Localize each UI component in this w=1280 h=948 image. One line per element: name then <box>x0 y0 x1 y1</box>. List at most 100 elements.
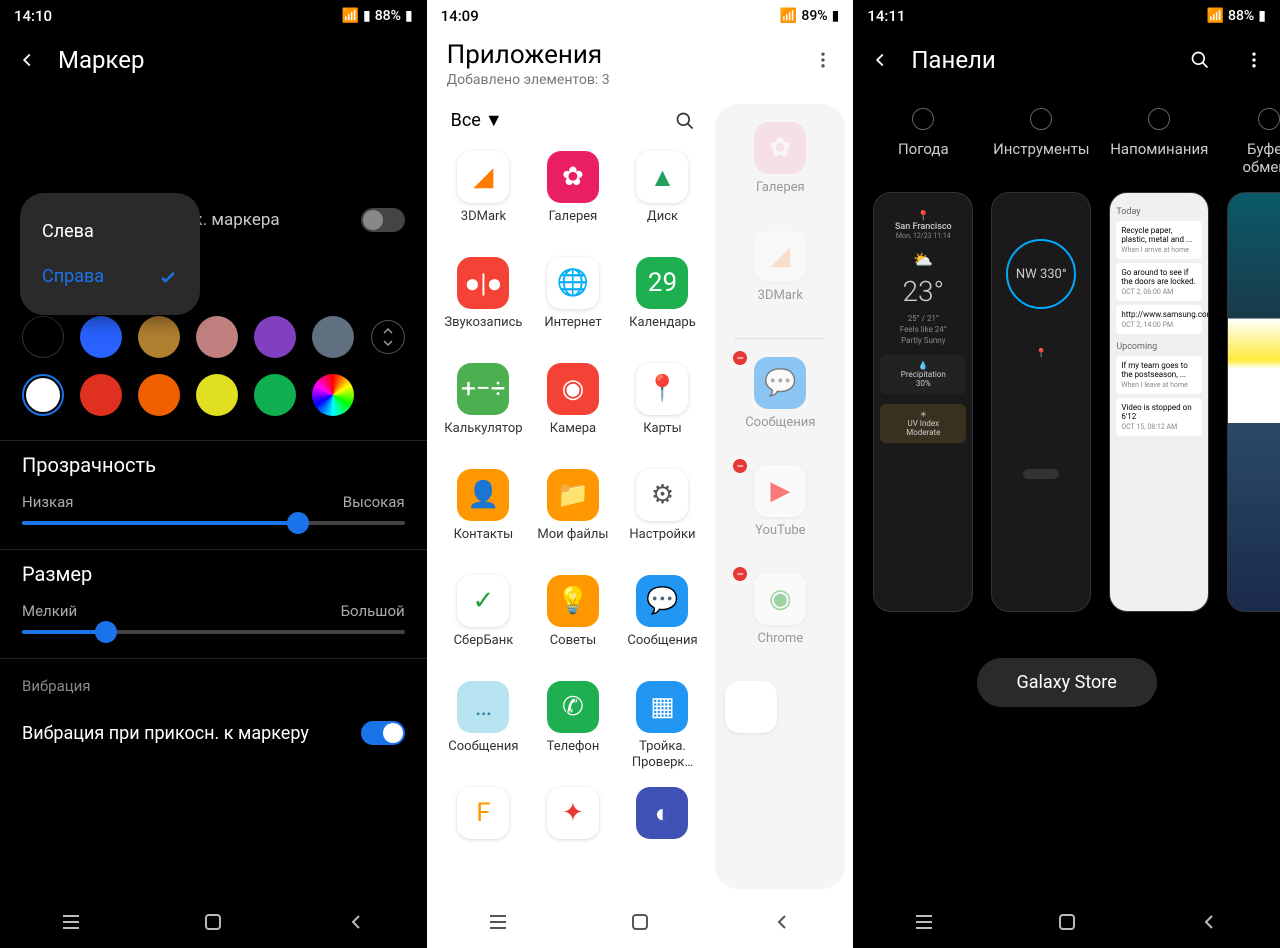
more-icon[interactable] <box>1244 50 1264 70</box>
panels-list[interactable]: Погода 📍 San Francisco Mon, 12/23 11:14 … <box>853 88 1280 612</box>
panel-reminders[interactable]: Напоминания Today Recycle paper, plastic… <box>1109 108 1209 612</box>
color-swatch[interactable] <box>22 316 64 358</box>
back-icon[interactable] <box>16 49 38 71</box>
app-label <box>530 845 616 877</box>
reminder-card: Video is stopped on 6'12OCT 15, 08:12 AM <box>1116 398 1202 436</box>
back-icon[interactable] <box>869 49 891 71</box>
drag-handle-icon[interactable] <box>371 320 405 354</box>
weather-cond: Partly Sunny <box>880 336 966 345</box>
nav-home-icon[interactable] <box>1055 910 1079 934</box>
panel-radio[interactable] <box>1030 108 1052 130</box>
panel-clipboard[interactable]: Буфер обмена <box>1227 108 1280 612</box>
nav-home-icon[interactable] <box>628 910 652 934</box>
reminder-title: If my team goes to the postseason, ... <box>1121 361 1197 379</box>
color-swatch[interactable] <box>254 374 296 416</box>
fix-position-toggle[interactable] <box>361 208 405 232</box>
panel-radio[interactable] <box>912 108 934 130</box>
panel-radio[interactable] <box>1148 108 1170 130</box>
app-icon: ⚙ <box>636 469 688 521</box>
search-icon[interactable] <box>1190 50 1210 70</box>
app-icon: ◢ <box>457 151 509 203</box>
color-swatch[interactable] <box>254 316 296 358</box>
panel-preview <box>1227 192 1280 612</box>
position-dropdown[interactable]: Слева Справа <box>20 193 200 315</box>
nav-back-icon[interactable] <box>1197 910 1221 934</box>
edge-app-item[interactable]: ◢3DMark <box>723 224 837 326</box>
remove-badge-icon[interactable]: − <box>731 565 749 583</box>
color-swatch[interactable] <box>312 316 354 358</box>
nav-back-icon[interactable] <box>344 910 368 934</box>
app-item[interactable]: ✓СберБанк <box>439 571 529 677</box>
nav-recents-icon[interactable] <box>486 910 510 934</box>
dropdown-option-right[interactable]: Справа <box>20 254 200 299</box>
more-icon[interactable] <box>813 50 833 70</box>
edge-app-item[interactable]: −◉Chrome <box>723 567 837 669</box>
app-item[interactable]: 🌐Интернет <box>528 253 618 359</box>
filter-dropdown[interactable]: Все ▼ <box>451 110 503 131</box>
app-item[interactable]: 💡Советы <box>528 571 618 677</box>
battery-percent: 88% <box>375 8 401 24</box>
reminder-title: Go around to see if the doors are locked… <box>1121 268 1197 286</box>
size-slider[interactable] <box>22 630 405 634</box>
edge-app-item[interactable]: −💬 Сообщения <box>723 351 837 453</box>
search-icon[interactable] <box>675 111 695 131</box>
app-item[interactable]: ◉Камера <box>528 359 618 465</box>
panel-weather[interactable]: Погода 📍 San Francisco Mon, 12/23 11:14 … <box>873 108 973 612</box>
app-item[interactable]: ▲Диск <box>618 147 708 253</box>
app-icon: 💬 <box>754 357 806 409</box>
compass-heading: NW 330° <box>1016 267 1067 282</box>
app-item[interactable]: ●|●Звукозапись <box>439 253 529 359</box>
edge-app-item[interactable]: −▶YouTube <box>723 459 837 561</box>
galaxy-store-button[interactable]: Galaxy Store <box>977 658 1157 707</box>
app-label: Сообщения <box>620 633 706 665</box>
app-icon: ▲ <box>636 151 688 203</box>
app-item[interactable]: …Сообщения <box>439 677 529 783</box>
app-item[interactable]: 📁Мои файлы <box>528 465 618 571</box>
app-item[interactable]: ◐ <box>618 783 708 889</box>
app-item[interactable]: 💬Сообщения <box>618 571 708 677</box>
app-item[interactable]: 29Календарь <box>618 253 708 359</box>
color-swatch[interactable] <box>138 316 180 358</box>
panel-tools[interactable]: Инструменты NW 330° 📍 <box>991 108 1091 612</box>
empty-slot-icon <box>725 681 777 733</box>
app-item[interactable]: ◢ 3DMark <box>439 147 529 253</box>
edge-app-item[interactable]: ✿Галерея <box>723 116 837 218</box>
apps-filter-row: Все ▼ <box>439 104 708 147</box>
app-icon: F <box>457 787 509 839</box>
color-swatch[interactable] <box>80 316 122 358</box>
color-swatch[interactable] <box>196 316 238 358</box>
panel-indicator <box>1023 469 1059 479</box>
app-label: Сообщения <box>725 415 835 447</box>
color-swatch[interactable] <box>196 374 238 416</box>
remove-badge-icon[interactable]: − <box>731 457 749 475</box>
app-label: 3DMark <box>441 209 527 241</box>
app-item[interactable]: ▦Тройка. Проверк… <box>618 677 708 783</box>
transparency-slider[interactable] <box>22 521 405 525</box>
nav-home-icon[interactable] <box>201 910 225 934</box>
reminder-title: Recycle paper, plastic, metal and ... <box>1121 226 1197 244</box>
nav-recents-icon[interactable] <box>59 910 83 934</box>
panel-radio[interactable] <box>1258 108 1280 130</box>
app-item[interactable]: ⚙Настройки <box>618 465 708 571</box>
reminder-title: Video is stopped on 6'12 <box>1121 403 1197 421</box>
app-item[interactable]: F <box>439 783 529 889</box>
dropdown-option-left[interactable]: Слева <box>20 209 200 254</box>
app-item[interactable]: ✆Телефон <box>528 677 618 783</box>
color-swatch[interactable] <box>312 374 354 416</box>
nav-back-icon[interactable] <box>770 910 794 934</box>
remove-badge-icon[interactable]: − <box>731 349 749 367</box>
edge-empty-slot[interactable] <box>723 675 837 739</box>
app-item[interactable]: ✿Галерея <box>528 147 618 253</box>
app-item[interactable]: 👤Контакты <box>439 465 529 571</box>
app-item[interactable]: 📍Карты <box>618 359 708 465</box>
app-item[interactable]: +−÷Калькулятор <box>439 359 529 465</box>
app-item[interactable]: ✦ <box>528 783 618 889</box>
nav-recents-icon[interactable] <box>912 910 936 934</box>
reminder-card: If my team goes to the postseason, ...Wh… <box>1116 356 1202 394</box>
color-swatch[interactable] <box>22 374 64 416</box>
color-swatch[interactable] <box>138 374 180 416</box>
vibration-row[interactable]: Вибрация при прикосн. к маркеру <box>0 703 427 763</box>
color-swatch[interactable] <box>80 374 122 416</box>
uv-icon: ☀ <box>886 410 960 419</box>
vibration-toggle[interactable] <box>361 721 405 745</box>
